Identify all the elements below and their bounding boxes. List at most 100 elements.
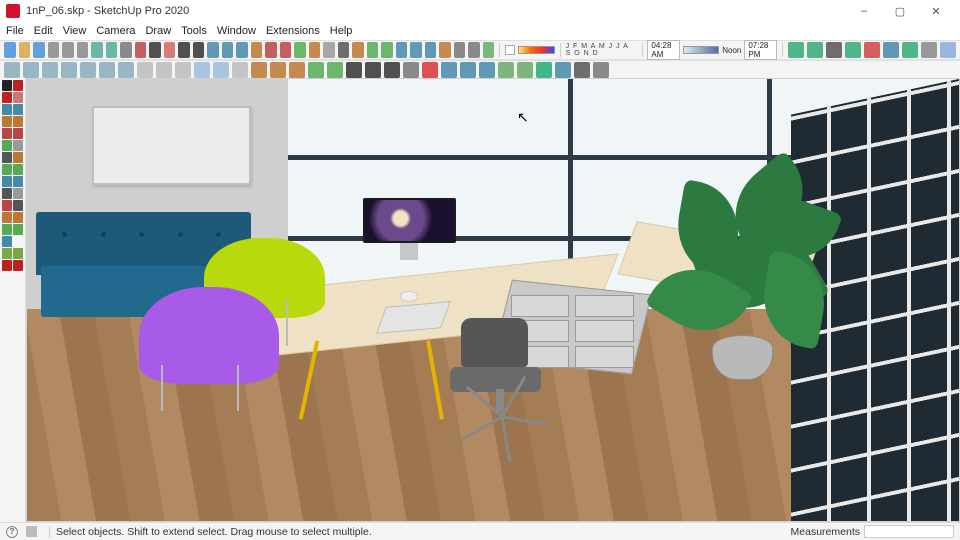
- time-slider[interactable]: [683, 46, 720, 54]
- ext7-icon[interactable]: [517, 62, 533, 78]
- ext-icon[interactable]: [13, 260, 23, 271]
- measurements-input[interactable]: [864, 525, 954, 538]
- arc-icon[interactable]: [193, 42, 205, 58]
- select-icon[interactable]: [149, 42, 161, 58]
- paint-icon[interactable]: [13, 152, 23, 163]
- pos-icon[interactable]: [2, 236, 12, 247]
- menu-tools[interactable]: Tools: [181, 25, 207, 37]
- xray-icon[interactable]: [137, 62, 153, 78]
- sandbox1-icon[interactable]: [2, 248, 12, 259]
- model-info-icon[interactable]: [135, 42, 147, 58]
- arc-icon[interactable]: [2, 92, 12, 103]
- sec2-icon[interactable]: [270, 62, 286, 78]
- gear-icon[interactable]: [593, 62, 609, 78]
- circle-icon[interactable]: [13, 104, 23, 115]
- eraser-icon[interactable]: [13, 92, 23, 103]
- select-icon[interactable]: [2, 80, 12, 91]
- pan-icon[interactable]: [381, 42, 393, 58]
- ext4-icon[interactable]: [460, 62, 476, 78]
- scale-icon[interactable]: [2, 140, 12, 151]
- menu-help[interactable]: Help: [330, 25, 353, 37]
- offset-icon[interactable]: [13, 116, 23, 127]
- menu-edit[interactable]: Edit: [34, 25, 53, 37]
- zoom-icon[interactable]: [2, 176, 12, 187]
- 1-icon[interactable]: [346, 62, 362, 78]
- copy-icon[interactable]: [62, 42, 74, 58]
- walk-icon[interactable]: [2, 224, 12, 235]
- sec1-icon[interactable]: [251, 62, 267, 78]
- zoom-extents-icon[interactable]: [410, 42, 422, 58]
- tex-icon[interactable]: [213, 62, 229, 78]
- menu-window[interactable]: Window: [217, 25, 256, 37]
- ext5-icon[interactable]: [479, 62, 495, 78]
- outliner-icon[interactable]: [454, 42, 466, 58]
- scale-icon[interactable]: [294, 42, 306, 58]
- zoom-icon[interactable]: [396, 42, 408, 58]
- mono-icon[interactable]: [232, 62, 248, 78]
- top-icon[interactable]: [23, 62, 39, 78]
- tape-icon[interactable]: [13, 140, 23, 151]
- paste-icon[interactable]: [77, 42, 89, 58]
- hint-icon[interactable]: ?: [6, 526, 18, 538]
- prev-view-icon[interactable]: [425, 42, 437, 58]
- house-icon[interactable]: [439, 42, 451, 58]
- play-icon[interactable]: [536, 62, 552, 78]
- menu-draw[interactable]: Draw: [145, 25, 171, 37]
- new-icon[interactable]: [4, 42, 16, 58]
- pushpull-icon[interactable]: [2, 116, 12, 127]
- ext6-icon[interactable]: [498, 62, 514, 78]
- axes-icon[interactable]: [2, 200, 12, 211]
- shaded-icon[interactable]: [194, 62, 210, 78]
- component-icon[interactable]: [483, 42, 495, 58]
- 2-icon[interactable]: [365, 62, 381, 78]
- wire-icon[interactable]: [156, 62, 172, 78]
- pushpull-icon[interactable]: [251, 42, 263, 58]
- color-swatch-icon[interactable]: [505, 45, 516, 55]
- paint-icon[interactable]: [352, 42, 364, 58]
- zoom-ext-icon[interactable]: [13, 176, 23, 187]
- menu-file[interactable]: File: [6, 25, 24, 37]
- style4-icon[interactable]: [845, 42, 861, 58]
- circle-icon[interactable]: [222, 42, 234, 58]
- ext2-icon[interactable]: [422, 62, 438, 78]
- months-slider[interactable]: J F M A M J J A S O N D: [566, 43, 637, 57]
- tape-icon[interactable]: [323, 42, 335, 58]
- rotate-icon[interactable]: [280, 42, 292, 58]
- close-button[interactable]: ✕: [918, 0, 954, 22]
- line-icon[interactable]: [13, 80, 23, 91]
- menu-extensions[interactable]: Extensions: [266, 25, 320, 37]
- followme-icon[interactable]: [13, 212, 23, 223]
- style1-icon[interactable]: [788, 42, 804, 58]
- text-icon[interactable]: [2, 152, 12, 163]
- move-icon[interactable]: [265, 42, 277, 58]
- style3-icon[interactable]: [826, 42, 842, 58]
- rect-icon[interactable]: [2, 104, 12, 115]
- ext1-icon[interactable]: [403, 62, 419, 78]
- save-icon[interactable]: [33, 42, 45, 58]
- 3dtext-icon[interactable]: [13, 200, 23, 211]
- rect-icon[interactable]: [207, 42, 219, 58]
- viewport-3d[interactable]: ↖: [26, 78, 960, 522]
- offset-icon[interactable]: [309, 42, 321, 58]
- sec3-icon[interactable]: [289, 62, 305, 78]
- back-icon[interactable]: [80, 62, 96, 78]
- line-icon[interactable]: [178, 42, 190, 58]
- maximize-button[interactable]: ▢: [882, 0, 918, 22]
- text-icon[interactable]: [338, 42, 350, 58]
- look-icon[interactable]: [327, 62, 343, 78]
- sandbox2-icon[interactable]: [13, 248, 23, 259]
- style5-icon[interactable]: [864, 42, 880, 58]
- iso-icon[interactable]: [4, 62, 20, 78]
- zoom-sel-icon[interactable]: [555, 62, 571, 78]
- 3-icon[interactable]: [384, 62, 400, 78]
- hidden-icon[interactable]: [175, 62, 191, 78]
- look-icon[interactable]: [13, 224, 23, 235]
- warehouse-icon[interactable]: [2, 260, 12, 271]
- move-icon[interactable]: [2, 128, 12, 139]
- menu-view[interactable]: View: [63, 25, 87, 37]
- left-icon[interactable]: [99, 62, 115, 78]
- polygon-icon[interactable]: [236, 42, 248, 58]
- ext3-icon[interactable]: [441, 62, 457, 78]
- style7-icon[interactable]: [902, 42, 918, 58]
- undo-icon[interactable]: [91, 42, 103, 58]
